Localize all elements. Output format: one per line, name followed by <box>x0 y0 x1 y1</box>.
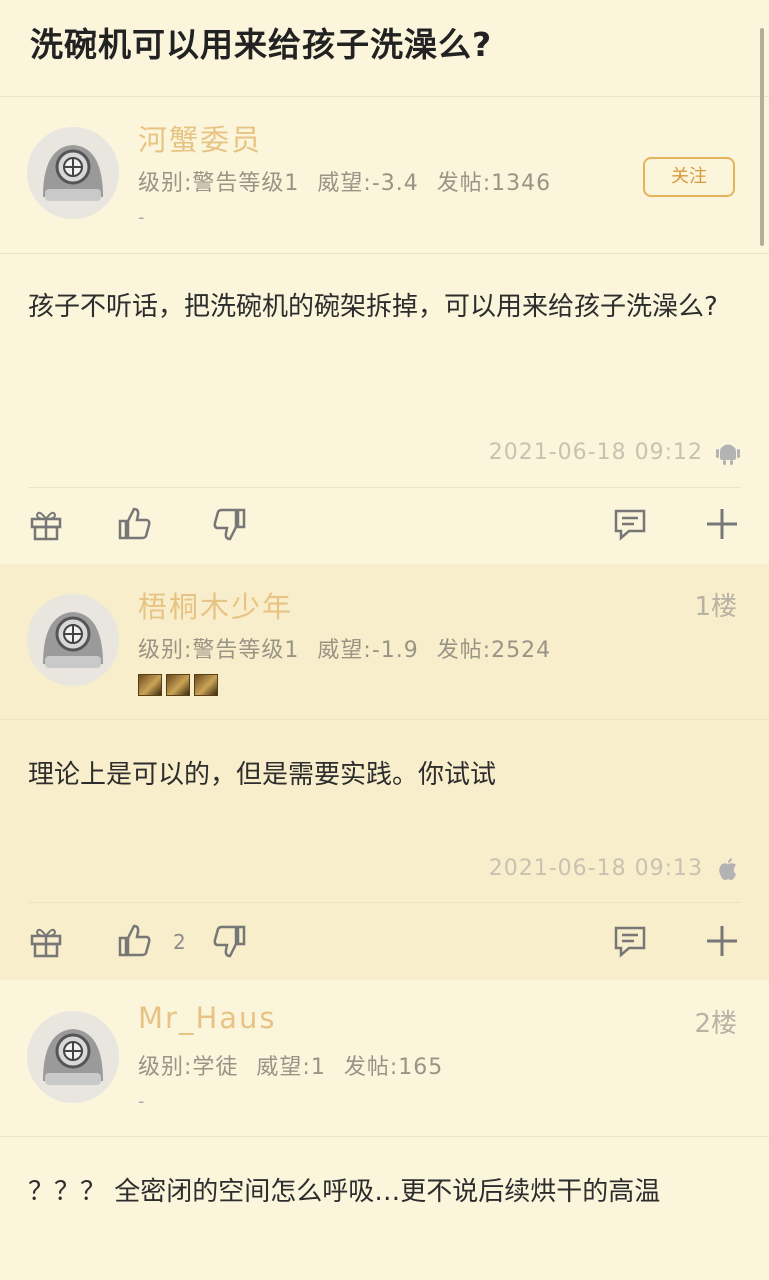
signature: - <box>138 1091 145 1112</box>
badges <box>138 674 222 700</box>
badge-icon <box>194 674 218 696</box>
level: 级别:学徒 <box>138 1055 239 1080</box>
thumbs-up-icon[interactable] <box>116 505 154 543</box>
username[interactable]: 河蟹委员 <box>138 117 262 159</box>
post-count: 发帖:1346 <box>436 171 552 196</box>
thumbs-down-icon[interactable] <box>210 505 248 543</box>
android-icon <box>716 444 740 465</box>
gift-icon[interactable] <box>27 505 65 543</box>
signature: - <box>138 207 145 228</box>
plus-icon[interactable] <box>703 505 741 543</box>
badge-icon <box>138 674 162 696</box>
avatar[interactable] <box>27 594 119 686</box>
thumbs-down-icon[interactable] <box>210 922 248 960</box>
post-count: 发帖:2524 <box>436 638 552 663</box>
op-author-row: 河蟹委员 级别:警告等级1 威望:-3.4 发帖:1346 - 关注 <box>0 97 769 254</box>
timestamp: 2021-06-18 09:12 <box>488 440 703 465</box>
title-bar: 洗碗机可以用来给孩子洗澡么? <box>0 0 769 97</box>
comment-icon[interactable] <box>611 505 649 543</box>
level: 级别:警告等级1 <box>138 638 300 663</box>
reply-post: 梧桐木少年 1楼 级别:警告等级1 威望:-1.9 发帖:2524 理论上是可以的，… <box>0 564 769 980</box>
plus-icon[interactable] <box>703 922 741 960</box>
divider <box>28 487 741 488</box>
reputation: 威望:-3.4 <box>317 171 419 196</box>
username[interactable]: 梧桐木少年 <box>138 584 293 626</box>
reputation: 威望:-1.9 <box>317 638 419 663</box>
comment-icon[interactable] <box>611 922 649 960</box>
op-post: 河蟹委员 级别:警告等级1 威望:-3.4 发帖:1346 - 关注 孩子不听话，把… <box>0 97 769 563</box>
page-title: 洗碗机可以用来给孩子洗澡么? <box>30 25 493 64</box>
badge-icon <box>166 674 190 696</box>
reply-author-row: 梧桐木少年 1楼 级别:警告等级1 威望:-1.9 发帖:2524 <box>0 564 769 720</box>
diving-helmet-icon <box>27 127 119 219</box>
apple-icon <box>719 858 736 880</box>
timestamp: 2021-06-18 09:13 <box>488 856 703 881</box>
reputation: 威望:1 <box>256 1055 326 1080</box>
gift-icon[interactable] <box>27 922 65 960</box>
follow-button[interactable]: 关注 <box>643 157 735 197</box>
post-content: ？？？ 全密闭的空间怎么呼吸…更不说后续烘干的高温 <box>28 1177 661 1207</box>
reply-author-row: Mr_Haus 2楼 级别:学徒 威望:1 发帖:165 - <box>0 981 769 1137</box>
floor-number: 2楼 <box>694 1009 737 1039</box>
diving-helmet-icon <box>27 594 119 686</box>
like-count: 2 <box>173 930 186 954</box>
diving-helmet-icon <box>27 1011 119 1103</box>
floor-number: 1楼 <box>694 592 737 622</box>
post-content: 孩子不听话，把洗碗机的碗架拆掉，可以用来给孩子洗澡么? <box>28 292 718 322</box>
user-meta: 级别:警告等级1 威望:-1.9 发帖:2524 <box>138 632 569 664</box>
username[interactable]: Mr_Haus <box>138 1001 277 1035</box>
avatar[interactable] <box>27 127 119 219</box>
divider <box>28 902 741 903</box>
post-count: 发帖:165 <box>343 1055 444 1080</box>
user-meta: 级别:学徒 威望:1 发帖:165 <box>138 1049 461 1081</box>
avatar[interactable] <box>27 1011 119 1103</box>
level: 级别:警告等级1 <box>138 171 300 196</box>
post-content: 理论上是可以的，但是需要实践。你试试 <box>28 760 497 790</box>
thumbs-up-icon[interactable] <box>116 922 154 960</box>
reply-post: Mr_Haus 2楼 级别:学徒 威望:1 发帖:165 - ？？？ 全密闭的空间怎… <box>0 981 769 1280</box>
user-meta: 级别:警告等级1 威望:-3.4 发帖:1346 <box>138 165 569 197</box>
